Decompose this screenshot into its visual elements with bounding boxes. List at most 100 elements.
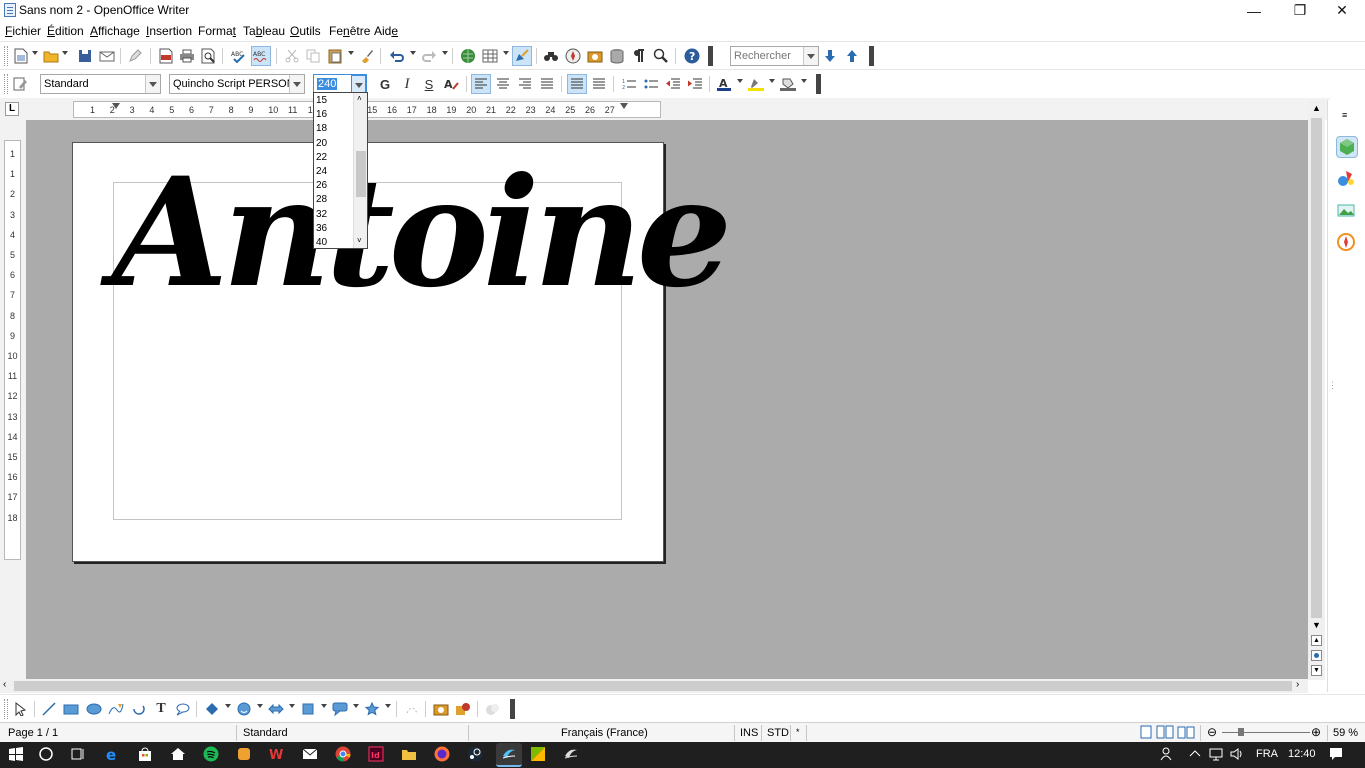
- auto-spellcheck-icon[interactable]: ABC: [251, 46, 271, 66]
- openoffice-taskbar-icon[interactable]: [496, 743, 522, 767]
- symbol-shapes-dropdown-icon[interactable]: [257, 704, 263, 708]
- menu-insertion[interactable]: Insertion: [146, 24, 192, 38]
- gallery-sidebar-icon[interactable]: [1336, 200, 1358, 222]
- menu-edition[interactable]: Édition: [47, 24, 84, 38]
- numbering-icon[interactable]: 12: [620, 75, 638, 93]
- basic-shapes-icon[interactable]: [203, 700, 221, 718]
- edge-browser-icon[interactable]: e: [105, 746, 123, 764]
- scroll-left-icon[interactable]: ‹: [3, 679, 6, 690]
- scroll-down-icon[interactable]: ▼: [1312, 620, 1321, 630]
- toolbar-grip[interactable]: [4, 46, 8, 66]
- page-count[interactable]: Page 1 / 1: [8, 727, 58, 739]
- document-text[interactable]: Antoine: [112, 158, 732, 308]
- search-input[interactable]: Rechercher: [730, 46, 819, 66]
- undo-icon[interactable]: [388, 47, 406, 65]
- draw-toolbar-overflow-icon[interactable]: [510, 699, 515, 719]
- font-size-option[interactable]: 40: [316, 236, 327, 250]
- firefox-icon[interactable]: [434, 746, 452, 764]
- font-size-option[interactable]: 36: [316, 222, 327, 236]
- styles-formatting-icon[interactable]: [12, 75, 30, 93]
- hyperlink-icon[interactable]: [459, 47, 477, 65]
- horizontal-scrollbar[interactable]: ‹ ›: [0, 679, 1308, 693]
- open-folder-icon[interactable]: [42, 47, 60, 65]
- callouts-dropdown-icon[interactable]: [353, 704, 359, 708]
- new-dropdown-icon[interactable]: [32, 51, 38, 55]
- app-white-icon[interactable]: [563, 746, 581, 764]
- data-sources-icon[interactable]: [608, 47, 626, 65]
- input-language[interactable]: FRA: [1256, 748, 1278, 760]
- close-button[interactable]: ✕: [1319, 0, 1365, 21]
- insert-mode[interactable]: INS: [740, 727, 758, 739]
- search-toolbar-overflow-icon[interactable]: [869, 46, 874, 66]
- stars-icon[interactable]: [363, 700, 381, 718]
- dropdown-scroll-thumb[interactable]: [356, 151, 366, 197]
- redo-dropdown-icon[interactable]: [442, 51, 448, 55]
- clock[interactable]: 12:40: [1288, 748, 1316, 760]
- vertical-scrollbar[interactable]: ▲ ▼ ▲ ▼: [1308, 100, 1325, 680]
- edit-mode-icon[interactable]: [126, 47, 144, 65]
- dropdown-scroll-down-icon[interactable]: ˅: [357, 236, 362, 245]
- underline-button[interactable]: S: [420, 75, 438, 93]
- indesign-icon[interactable]: Id: [368, 746, 386, 764]
- print-preview-icon[interactable]: [200, 47, 218, 65]
- font-name-select[interactable]: Quincho Script PERSONAL: [169, 74, 305, 94]
- selection-mode[interactable]: STD: [767, 727, 789, 739]
- spellcheck-icon[interactable]: ABC: [230, 47, 248, 65]
- symbol-shapes-icon[interactable]: [235, 700, 253, 718]
- from-file-icon[interactable]: [432, 700, 450, 718]
- callouts-icon[interactable]: [331, 700, 349, 718]
- horizontal-scroll-thumb[interactable]: [14, 681, 1292, 691]
- table-icon[interactable]: [481, 47, 499, 65]
- dropdown-scrollbar[interactable]: ˄ ˅: [353, 93, 367, 248]
- clear-formatting-icon[interactable]: A: [443, 75, 461, 93]
- font-size-option[interactable]: 18: [316, 122, 327, 136]
- zoom-out-icon[interactable]: ⊖: [1207, 725, 1217, 739]
- basic-shapes-dropdown-icon[interactable]: [225, 704, 231, 708]
- left-to-right-icon[interactable]: [567, 74, 587, 94]
- previous-page-icon[interactable]: ▲: [1311, 635, 1322, 646]
- background-color-icon[interactable]: [779, 75, 797, 93]
- left-indent-marker[interactable]: [112, 103, 120, 109]
- navigator-icon[interactable]: [564, 47, 582, 65]
- find-replace-icon[interactable]: [542, 47, 560, 65]
- format-toolbar-overflow-icon[interactable]: [816, 74, 821, 94]
- decrease-indent-icon[interactable]: [664, 75, 682, 93]
- steam-icon[interactable]: [467, 746, 485, 764]
- font-size-select[interactable]: 240: [313, 74, 367, 94]
- navigator-sidebar-icon[interactable]: [1336, 232, 1358, 254]
- bold-button[interactable]: G: [376, 75, 394, 93]
- menu-outils[interactable]: Outils: [290, 24, 321, 38]
- zoom-percentage[interactable]: 59 %: [1333, 727, 1358, 739]
- windows-start-icon[interactable]: [8, 746, 26, 764]
- right-to-left-icon[interactable]: [590, 75, 608, 93]
- cut-icon[interactable]: [283, 47, 301, 65]
- zoom-slider[interactable]: [1222, 732, 1310, 733]
- toolbar-grip[interactable]: [4, 74, 8, 94]
- next-page-icon[interactable]: ▼: [1311, 665, 1322, 676]
- paste-dropdown-icon[interactable]: [348, 51, 354, 55]
- freeform-icon[interactable]: [107, 700, 125, 718]
- font-size-option[interactable]: 24: [316, 165, 327, 179]
- app-color-tile-icon[interactable]: [530, 746, 548, 764]
- increase-indent-icon[interactable]: [686, 75, 704, 93]
- menu-fenetre[interactable]: Fenêtre: [329, 24, 370, 38]
- navigation-icon[interactable]: [1311, 650, 1322, 661]
- bullets-icon[interactable]: [642, 75, 660, 93]
- network-icon[interactable]: [1208, 746, 1226, 764]
- toolbar-grip[interactable]: [4, 699, 8, 719]
- sidebar-menu-icon[interactable]: ≡: [1342, 110, 1347, 120]
- dropdown-scroll-up-icon[interactable]: ˄: [357, 94, 362, 103]
- ellipse-icon[interactable]: [85, 700, 103, 718]
- export-pdf-icon[interactable]: [157, 47, 175, 65]
- undo-dropdown-icon[interactable]: [410, 51, 416, 55]
- search-dropdown-icon[interactable]: [803, 47, 818, 65]
- font-size-option[interactable]: 16: [316, 108, 327, 122]
- print-icon[interactable]: [178, 47, 196, 65]
- toolbar-overflow-icon[interactable]: [708, 46, 713, 66]
- single-page-view-icon[interactable]: [1140, 725, 1152, 742]
- search-circle-icon[interactable]: [38, 746, 56, 764]
- copy-icon[interactable]: [304, 47, 322, 65]
- find-next-icon[interactable]: [821, 47, 839, 65]
- vertical-scroll-thumb[interactable]: [1311, 118, 1322, 618]
- home-icon[interactable]: [170, 746, 188, 764]
